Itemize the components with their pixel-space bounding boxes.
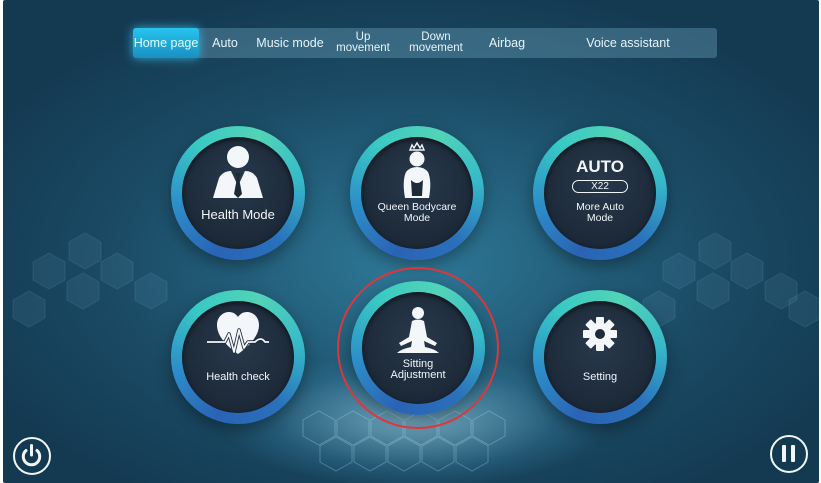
health-mode-label: Health Mode — [201, 207, 275, 222]
selection-highlight-ring — [337, 267, 499, 429]
heart-pulse-icon — [207, 312, 269, 354]
more-auto-mode-label: More Auto Mode — [576, 201, 624, 224]
massage-chair-screen: Home page Auto Music mode Up movement Do… — [3, 0, 819, 483]
health-mode-button[interactable]: Health Mode — [171, 126, 305, 260]
tab-home-page[interactable]: Home page — [133, 28, 199, 58]
auto-title: AUTO — [576, 157, 624, 176]
x22-badge: X22 — [572, 180, 628, 193]
tab-up-movement[interactable]: Up movement — [329, 28, 397, 58]
tab-music-mode[interactable]: Music mode — [251, 28, 329, 58]
top-navigation-bar: Home page Auto Music mode Up movement Do… — [133, 28, 717, 58]
queen-bodycare-mode-label: Queen Bodycare Mode — [377, 201, 457, 224]
tab-voice-assistant[interactable]: Voice assistant — [539, 28, 717, 58]
pause-icon — [782, 445, 795, 462]
tab-down-movement[interactable]: Down movement — [397, 28, 475, 58]
tab-airbag[interactable]: Airbag — [475, 28, 539, 58]
health-check-button[interactable]: Health check — [171, 290, 305, 424]
queen-icon — [403, 141, 431, 198]
setting-button[interactable]: Setting — [533, 290, 667, 424]
more-auto-mode-button[interactable]: AUTO X22 More Auto Mode — [533, 126, 667, 260]
power-icon — [21, 444, 42, 467]
health-check-label: Health check — [206, 371, 270, 383]
businessman-icon — [213, 146, 263, 198]
setting-label: Setting — [582, 371, 618, 383]
power-button[interactable] — [13, 437, 51, 475]
pause-button[interactable] — [770, 435, 808, 473]
queen-bodycare-mode-button[interactable]: Queen Bodycare Mode — [350, 126, 484, 260]
gear-icon — [583, 317, 617, 351]
tab-auto[interactable]: Auto — [199, 28, 251, 58]
